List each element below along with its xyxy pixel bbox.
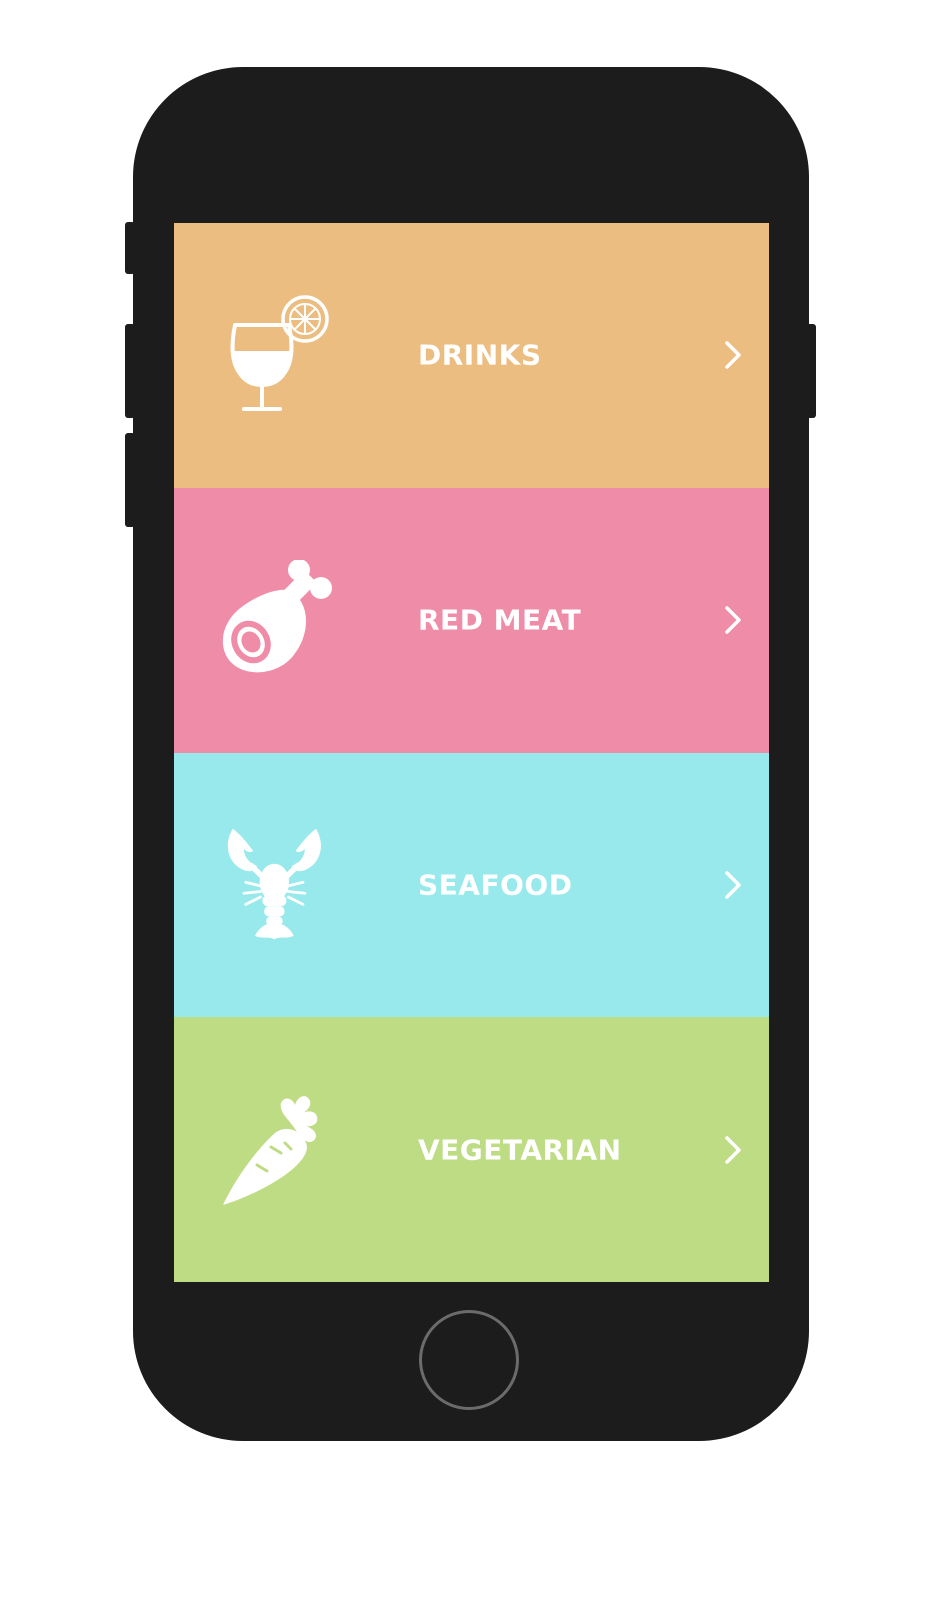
carrot-icon <box>219 1089 339 1209</box>
phone-screen: DRINKS RED MEAT SEAFOOD VEGETARIAN <box>174 223 769 1282</box>
chevron-right-icon <box>721 603 745 637</box>
category-label: SEAFOOD <box>418 868 573 902</box>
lobster-icon <box>219 825 339 945</box>
chevron-right-icon <box>721 1133 745 1167</box>
wine-glass-icon <box>219 295 339 415</box>
chevron-right-icon <box>721 338 745 372</box>
category-seafood[interactable]: SEAFOOD <box>174 752 769 1018</box>
category-label: VEGETARIAN <box>418 1133 622 1167</box>
chevron-right-icon <box>721 868 745 902</box>
category-label: DRINKS <box>418 338 542 372</box>
category-label: RED MEAT <box>418 603 582 637</box>
category-drinks[interactable]: DRINKS <box>174 223 769 488</box>
category-vegetarian[interactable]: VEGETARIAN <box>174 1017 769 1282</box>
ham-leg-icon <box>219 559 339 680</box>
home-button[interactable] <box>419 1310 519 1410</box>
category-red-meat[interactable]: RED MEAT <box>174 487 769 753</box>
